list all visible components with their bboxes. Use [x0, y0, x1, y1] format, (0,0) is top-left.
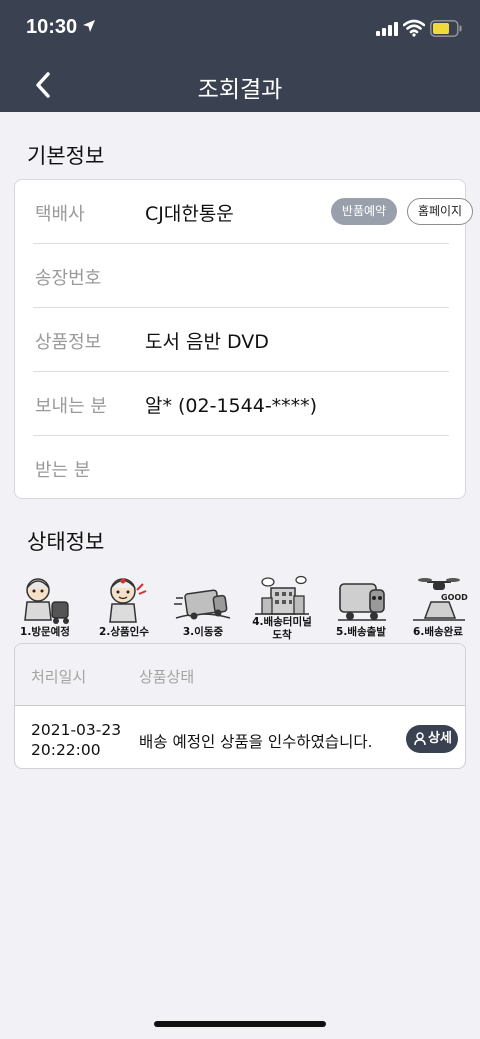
info-row-receiver: 받는 분	[33, 436, 455, 500]
wifi-icon	[403, 19, 425, 37]
info-label: 상품정보	[35, 332, 102, 353]
detail-button-label: 상세	[428, 731, 452, 746]
step-picked-up: 2.상품인수	[84, 574, 164, 639]
info-value: 알* (02-1544-****)	[145, 395, 318, 417]
nav-bar: 조회결과	[0, 58, 480, 112]
info-row-carrier: 택배사 CJ대한통운 반품예약 홈페이지	[33, 180, 473, 244]
status-time: 10:30	[26, 16, 78, 38]
courier-with-cart-icon	[24, 578, 69, 624]
status-bar: 10:30	[0, 0, 480, 58]
drone-delivered-icon: GOOD	[413, 578, 468, 621]
status-table: 처리일시 상품상태 2021-03-23 20:22:00 배송 예정인 상품을…	[14, 643, 466, 769]
info-label: 받는 분	[35, 460, 91, 481]
person-icon	[414, 732, 426, 746]
status-info-title: 상태정보	[27, 530, 105, 554]
column-header-datetime: 처리일시	[31, 668, 87, 686]
info-value: CJ대한통운	[145, 203, 234, 225]
homepage-button[interactable]: 홈페이지	[407, 198, 473, 225]
step-delivered: GOOD 6.배송완료	[398, 574, 478, 639]
step-label: 3.이동중	[182, 626, 224, 638]
row-date: 2021-03-23	[31, 721, 122, 739]
info-row-sender: 보내는 분 알* (02-1544-****)	[33, 372, 455, 436]
step-out-for-delivery: 5.배송출발	[321, 574, 401, 639]
table-header: 처리일시 상품상태	[15, 644, 465, 706]
column-header-status: 상품상태	[139, 668, 195, 686]
row-datetime: 2021-03-23 20:22:00	[31, 720, 121, 760]
info-row-tracking-number: 송장번호	[33, 244, 455, 308]
info-label: 송장번호	[35, 268, 102, 289]
step-label: 2.상품인수	[99, 626, 149, 638]
home-indicator[interactable]	[154, 1021, 326, 1027]
truck-moving-icon	[174, 589, 231, 620]
basic-info-title: 기본정보	[27, 144, 105, 168]
terminal-building-icon	[255, 575, 309, 615]
row-time: 20:22:00	[31, 741, 101, 759]
step-in-transit: 3.이동중	[163, 574, 243, 639]
step-label: 5.배송출발	[336, 626, 386, 638]
info-row-product: 상품정보 도서 음반 DVD	[33, 308, 455, 372]
info-label: 택배사	[35, 204, 85, 225]
svg-text:GOOD: GOOD	[441, 593, 468, 602]
info-label: 보내는 분	[35, 396, 107, 417]
truck-departing-icon	[338, 583, 386, 621]
step-label: 4.배송터미널	[252, 616, 312, 628]
step-label-line2: 도착	[272, 629, 292, 641]
step-arrived-terminal: 4.배송터미널 도착	[242, 574, 322, 642]
page-title: 조회결과	[197, 77, 283, 103]
location-arrow-icon	[83, 20, 95, 32]
delivery-steps: 1.방문예정 2.상품인수 3.이동중 4.배송터미널 도착 5.배송출발 GO…	[0, 574, 480, 644]
info-value: 도서 음반 DVD	[145, 331, 269, 353]
basic-info-card: 택배사 CJ대한통운 반품예약 홈페이지 송장번호 상품정보 도서 음반 DVD…	[14, 179, 473, 500]
cellular-signal-icon	[376, 22, 398, 36]
step-label: 6.배송완료	[413, 626, 463, 638]
step-label: 1.방문예정	[20, 626, 70, 638]
courier-waving-icon	[109, 578, 147, 623]
return-reservation-button[interactable]: 반품예약	[331, 198, 397, 225]
row-status: 배송 예정인 상품을 인수하였습니다.	[139, 733, 373, 751]
step-visit-scheduled: 1.방문예정	[5, 574, 85, 639]
battery-icon	[430, 20, 462, 37]
detail-button[interactable]: 상세	[406, 725, 458, 753]
